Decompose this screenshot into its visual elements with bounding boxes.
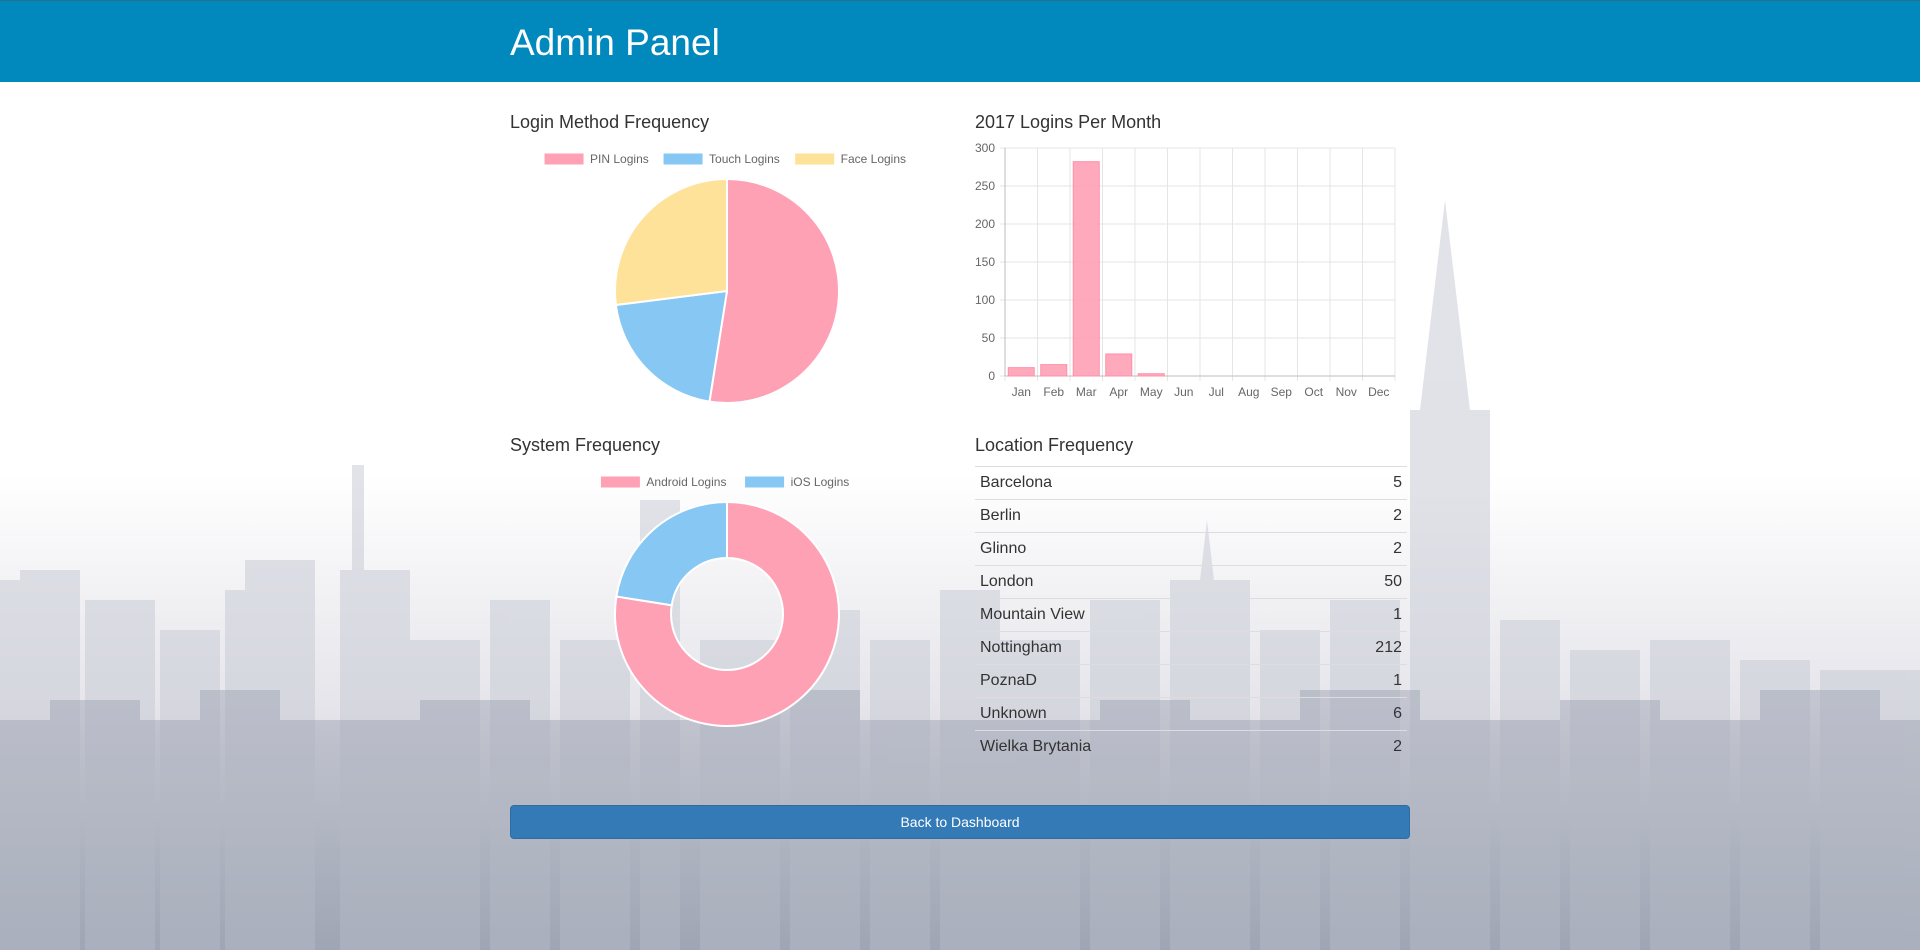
location-frequency-title: Location Frequency bbox=[975, 435, 1134, 455]
system-frequency-title: System Frequency bbox=[510, 435, 661, 455]
login-method-pie-chart: PIN Logins Touch Logins Face Logins bbox=[543, 152, 906, 404]
location-count: 2 bbox=[1306, 499, 1407, 533]
x-tick-label: Mar bbox=[1076, 385, 1097, 399]
location-row: Glinno 2 bbox=[975, 532, 1407, 566]
location-row: Unknown 6 bbox=[975, 697, 1407, 731]
location-name: Mountain View bbox=[975, 598, 1307, 632]
legend-label: Face Logins bbox=[841, 152, 906, 166]
location-name: Unknown bbox=[975, 697, 1307, 731]
y-tick-label: 150 bbox=[975, 255, 995, 269]
location-count: 5 bbox=[1306, 466, 1407, 500]
location-row: Berlin 2 bbox=[975, 499, 1407, 533]
login-method-title: Login Method Frequency bbox=[510, 112, 710, 132]
bar-apr bbox=[1105, 353, 1133, 377]
pie-slice bbox=[615, 500, 728, 607]
x-tick-label: Jun bbox=[1174, 385, 1193, 399]
y-tick-label: 300 bbox=[975, 141, 995, 155]
legend-swatch bbox=[662, 152, 704, 166]
system-frequency-doughnut-chart: Android Logins iOS Logins bbox=[599, 475, 850, 727]
y-tick-label: 0 bbox=[988, 369, 995, 383]
location-name: Barcelona bbox=[975, 466, 1307, 500]
top-header: Admin Panel bbox=[0, 0, 1920, 82]
x-tick-label: Aug bbox=[1238, 385, 1259, 399]
legend-swatch bbox=[794, 152, 836, 166]
pie-slice bbox=[614, 177, 728, 307]
location-count: 2 bbox=[1306, 532, 1407, 566]
location-count: 2 bbox=[1306, 730, 1407, 763]
bar-may bbox=[1137, 373, 1165, 377]
legend-swatch bbox=[744, 475, 786, 489]
location-name: Wielka Brytania bbox=[975, 730, 1307, 763]
x-tick-label: Dec bbox=[1368, 385, 1389, 399]
location-row: Barcelona 5 bbox=[975, 466, 1407, 500]
legend-label: PIN Logins bbox=[590, 152, 649, 166]
y-tick-label: 100 bbox=[975, 293, 995, 307]
x-tick-label: Oct bbox=[1304, 385, 1323, 399]
x-tick-label: Feb bbox=[1043, 385, 1064, 399]
y-tick-label: 200 bbox=[975, 217, 995, 231]
legend-label: Android Logins bbox=[646, 475, 726, 489]
bar-feb bbox=[1040, 364, 1068, 377]
back-to-dashboard-button[interactable]: Back to Dashboard bbox=[510, 805, 1410, 839]
location-count: 1 bbox=[1306, 664, 1407, 698]
x-tick-label: Nov bbox=[1336, 385, 1357, 399]
location-row: London 50 bbox=[975, 565, 1407, 599]
pie-slice bbox=[708, 177, 840, 404]
location-row: Nottingham 212 bbox=[975, 631, 1407, 665]
x-tick-label: Apr bbox=[1109, 385, 1128, 399]
location-table: Barcelona 5 Berlin 2 Glinno 2 London 50 Mountain… bbox=[975, 466, 1407, 763]
location-count: 1 bbox=[1306, 598, 1407, 632]
y-tick-label: 50 bbox=[982, 331, 996, 345]
legend-swatch bbox=[599, 475, 641, 489]
location-name: Glinno bbox=[975, 532, 1307, 566]
x-tick-label: Sep bbox=[1271, 385, 1293, 399]
pie-slice bbox=[614, 289, 729, 403]
location-row: Wielka Brytania 2 bbox=[975, 730, 1407, 763]
legend-swatch bbox=[543, 152, 585, 166]
location-count: 50 bbox=[1306, 565, 1407, 599]
legend-label: iOS Logins bbox=[791, 475, 850, 489]
bar-mar bbox=[1072, 161, 1100, 377]
legend-label: Touch Logins bbox=[709, 152, 780, 166]
x-tick-label: Jan bbox=[1012, 385, 1031, 399]
y-tick-label: 250 bbox=[975, 179, 995, 193]
location-row: PoznaD 1 bbox=[975, 664, 1407, 698]
logins-per-month-title: 2017 Logins Per Month bbox=[975, 112, 1162, 132]
location-count: 6 bbox=[1306, 697, 1407, 731]
x-tick-label: May bbox=[1140, 385, 1163, 399]
logins-per-month-bar-chart: 0 50 100 150 200 250 300 Jan Feb Mar Apr May Jun Jul A… bbox=[975, 141, 1396, 399]
page-title: Admin Panel bbox=[510, 22, 720, 63]
location-name: London bbox=[975, 565, 1307, 599]
location-name: Berlin bbox=[975, 499, 1307, 533]
location-row: Mountain View 1 bbox=[975, 598, 1407, 632]
location-name: Nottingham bbox=[975, 631, 1307, 665]
bar-jan bbox=[1007, 367, 1035, 377]
location-name: PoznaD bbox=[975, 664, 1307, 698]
x-tick-label: Jul bbox=[1209, 385, 1224, 399]
location-count: 212 bbox=[1306, 631, 1407, 665]
